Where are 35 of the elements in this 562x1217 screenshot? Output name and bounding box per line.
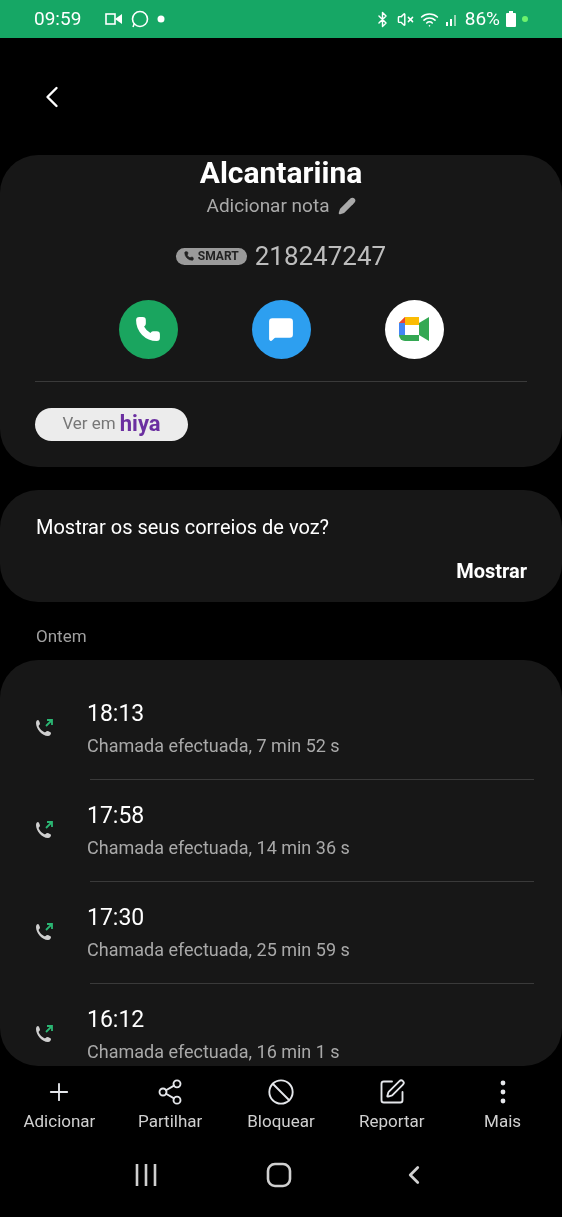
phone-icon: [183, 251, 194, 261]
section-header: Ontem: [36, 625, 88, 648]
contact-name: Alcantariina: [199, 155, 363, 191]
dot-icon: [522, 16, 528, 22]
call-detail: Chamada efectuada, 25 min 59 s: [87, 937, 350, 962]
battery-percent: 86%: [464, 5, 500, 32]
home-button[interactable]: [266, 1160, 292, 1190]
voicemail-prompt: Mostrar os seus correios de voz?: [36, 514, 331, 541]
smart-badge: SMART: [175, 247, 247, 265]
call-detail: Chamada efectuada, 14 min 36 s: [87, 835, 350, 860]
call-time: 17:30: [87, 903, 146, 934]
call-time: 16:12: [87, 1005, 146, 1036]
dot-icon: [157, 15, 166, 23]
call-log-item[interactable]: 18:13 Chamada efectuada, 7 min 52 s: [0, 677, 562, 779]
hiya-link[interactable]: Ver em hiya: [35, 407, 188, 441]
call-time: 18:13: [87, 699, 146, 730]
add-note-link[interactable]: Adicionar nota: [206, 192, 330, 221]
pencil-icon: [337, 197, 356, 216]
battery-icon: [506, 11, 516, 27]
more-icon: [499, 1079, 506, 1104]
video-camera-icon: [397, 315, 431, 343]
block-icon: [267, 1077, 295, 1106]
call-time: 17:58: [87, 801, 146, 832]
phone-icon: [135, 316, 161, 342]
call-detail: Chamada efectuada, 7 min 52 s: [87, 733, 340, 758]
notification-icon: [105, 11, 124, 27]
mute-icon: [396, 10, 414, 28]
chat-bubble-icon: [131, 10, 150, 28]
call-detail: Chamada efectuada, 16 min 1 s: [87, 1039, 340, 1064]
message-icon: [268, 316, 294, 342]
show-button[interactable]: Mostrar: [456, 556, 527, 586]
phone-number: 218247247: [254, 239, 387, 273]
call-log-item[interactable]: 17:30 Chamada efectuada, 25 min 59 s: [0, 881, 562, 983]
status-time: 09:59: [34, 5, 82, 32]
call-log-item[interactable]: 17:58 Chamada efectuada, 14 min 36 s: [0, 779, 562, 881]
